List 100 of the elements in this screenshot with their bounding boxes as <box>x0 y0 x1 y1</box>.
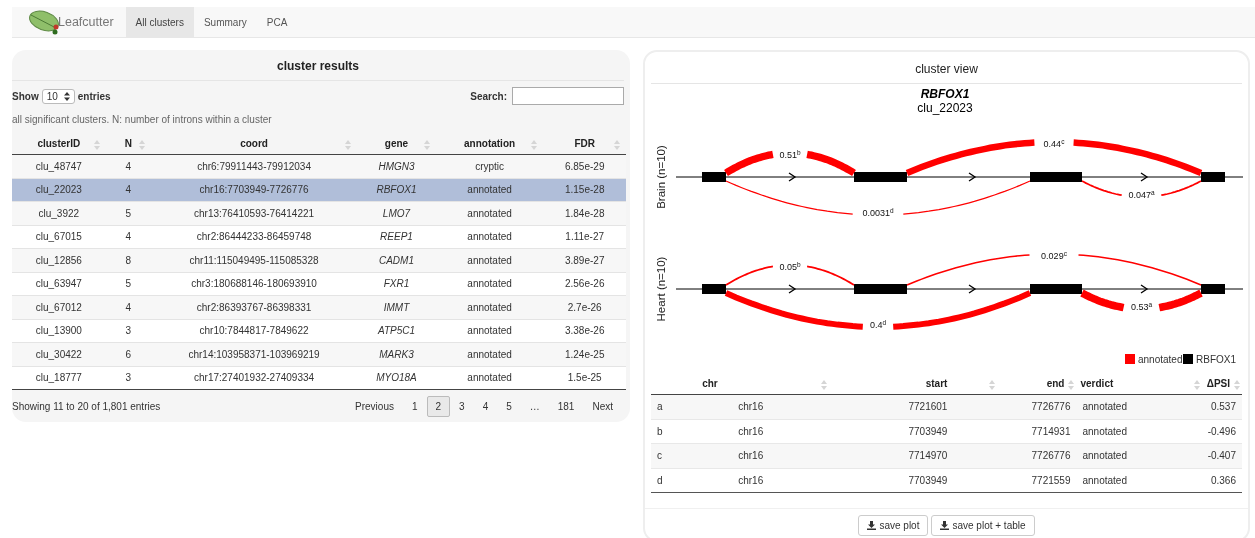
table-row[interactable]: clu_30422 6 chr14:103958371-103969219 MARK3 annotated 1.24e-25 <box>12 342 626 366</box>
table-cell: chr16 <box>688 443 830 468</box>
table-row[interactable]: clu_18777 3 chr17:27401932-27409334 MYO18A annotated 1.5e-25 <box>12 366 626 390</box>
sort-icon <box>423 140 430 150</box>
column-header[interactable]: clusterID <box>12 133 106 155</box>
download-icon <box>867 521 877 530</box>
table-cell: 7721601 <box>829 394 998 419</box>
exon <box>854 284 907 294</box>
entries-label: entries <box>77 90 111 102</box>
page-size-select[interactable]: 10 <box>41 88 75 104</box>
table-cell: chr16 <box>688 468 830 493</box>
page-button[interactable]: … <box>520 396 549 417</box>
nav-tab[interactable]: PCA <box>256 7 298 37</box>
panel-title: cluster view <box>651 52 1242 84</box>
table-cell: clu_63947 <box>12 272 106 296</box>
table-cell: 4 <box>105 225 151 249</box>
table-cell: clu_22023 <box>12 178 106 202</box>
table-cell: CADM1 <box>357 248 436 272</box>
table-cell: 7714970 <box>829 443 998 468</box>
legend-label: annotated <box>1138 354 1183 365</box>
table-cell: annotated <box>435 248 544 272</box>
table-cell: 2.56e-26 <box>543 272 626 296</box>
page-button[interactable]: 5 <box>497 396 521 417</box>
table-cell: ATP5C1 <box>357 319 436 343</box>
sort-icon <box>345 140 352 150</box>
table-cell: clu_13900 <box>12 319 106 343</box>
table-cell: chr16:7703949-7726776 <box>150 178 358 202</box>
sort-icon <box>1234 380 1240 390</box>
track-label: Heart (n=10) <box>655 256 667 322</box>
table-cell: chr10:7844817-7849622 <box>150 319 358 343</box>
table-row[interactable]: clu_63947 5 chr3:180688146-180693910 FXR1 annotated 2.56e-26 <box>12 272 626 296</box>
table-cell: 7721559 <box>997 468 1077 493</box>
sort-icon <box>989 380 996 390</box>
table-cell: HMGN3 <box>357 154 436 178</box>
table-cell: annotated <box>1076 468 1202 493</box>
column-header[interactable]: verdict <box>1076 373 1202 395</box>
table-cell: 1.15e-28 <box>543 178 626 202</box>
column-header[interactable]: start <box>829 373 998 395</box>
table-cell: 1.5e-25 <box>543 366 626 390</box>
exon <box>702 172 726 182</box>
table-cell: annotated <box>435 178 544 202</box>
column-header[interactable]: gene <box>357 133 436 155</box>
nav-tab[interactable]: All clusters <box>125 7 194 37</box>
junction-label: 0.51$^{b}$ <box>779 149 801 160</box>
plot-subtitle: clu_22023 <box>917 101 973 115</box>
save-button[interactable]: save plot <box>858 515 929 536</box>
table-cell: 7703949 <box>829 468 998 493</box>
search-field[interactable] <box>512 87 624 105</box>
sort-icon <box>531 140 538 150</box>
table-cell: 4 <box>105 295 151 319</box>
column-header[interactable]: ΔPSI <box>1201 373 1242 395</box>
column-header[interactable]: end <box>997 373 1077 395</box>
column-header[interactable]: annotation <box>435 133 544 155</box>
sort-icon <box>614 140 620 150</box>
page-button[interactable]: Previous <box>346 396 403 417</box>
junction-label: 0.029$^{c}$ <box>1041 250 1067 261</box>
table-cell: 0.366 <box>1201 468 1242 493</box>
table-cell: MARK3 <box>357 342 436 366</box>
table-row[interactable]: clu_3922 5 chr13:76410593-76414221 LMO7 annotated 1.84e-28 <box>12 201 626 225</box>
exon <box>1030 172 1082 182</box>
legend-label: RBFOX1 <box>1196 354 1236 365</box>
exon <box>702 284 726 294</box>
column-header[interactable]: N <box>105 133 151 155</box>
table-cell: 4 <box>105 178 151 202</box>
page-button[interactable]: 3 <box>450 396 474 417</box>
table-row[interactable]: clu_12856 8 chr11:115049495-115085328 CADM1 annotated 3.89e-27 <box>12 248 626 272</box>
table-info: Showing 11 to 20 of 1,801 entries <box>12 401 161 412</box>
table-cell: clu_12856 <box>12 248 106 272</box>
column-header[interactable]: coord <box>150 133 358 155</box>
show-label: Show <box>12 90 39 102</box>
page-button[interactable]: 181 <box>548 396 584 417</box>
table-cell: 5 <box>105 201 151 225</box>
page-button[interactable]: 4 <box>473 396 498 417</box>
table-row[interactable]: clu_13900 3 chr10:7844817-7849622 ATP5C1 annotated 3.38e-26 <box>12 319 626 343</box>
table-cell: 3 <box>105 319 151 343</box>
page-button[interactable]: 2 <box>426 396 451 417</box>
table-cell: 1.11e-27 <box>543 225 626 249</box>
table-cell: annotated <box>435 225 544 249</box>
table-cell: 6 <box>105 342 151 366</box>
sort-icon <box>138 140 145 150</box>
table-row[interactable]: clu_67012 4 chr2:86393767-86398331 IMMT annotated 2.7e-26 <box>12 295 626 319</box>
save-button[interactable]: save plot + table <box>931 515 1035 536</box>
table-row[interactable]: clu_22023 4 chr16:7703949-7726776 RBFOX1 annotated 1.15e-28 <box>12 178 626 202</box>
nav-tab[interactable]: Summary <box>193 7 257 37</box>
table-row[interactable]: clu_48747 4 chr6:79911443-79912034 HMGN3 cryptic 6.85e-29 <box>12 154 626 178</box>
page-button[interactable]: Next <box>583 396 622 417</box>
table-cell: 6.85e-29 <box>543 154 626 178</box>
table-cell: annotated <box>1076 443 1202 468</box>
table-cell: clu_67012 <box>12 295 106 319</box>
table-cell: clu_18777 <box>12 366 106 390</box>
column-header[interactable]: FDR <box>543 133 626 155</box>
junction-label: 0.53$^{a}$ <box>1130 301 1153 312</box>
table-row[interactable]: clu_67015 4 chr2:86444233-86459748 REEP1 annotated 1.11e-27 <box>12 225 626 249</box>
page-button[interactable]: 1 <box>402 396 427 417</box>
junction-label: 0.0031$^{d}$ <box>862 207 894 218</box>
track-label: Brain (n=10) <box>655 145 667 209</box>
brand-title[interactable]: Leafcutter <box>58 15 114 29</box>
column-header[interactable]: chr <box>688 373 830 395</box>
table-cell: chr17:27401932-27409334 <box>150 366 358 390</box>
table-cell: chr16 <box>688 394 830 419</box>
